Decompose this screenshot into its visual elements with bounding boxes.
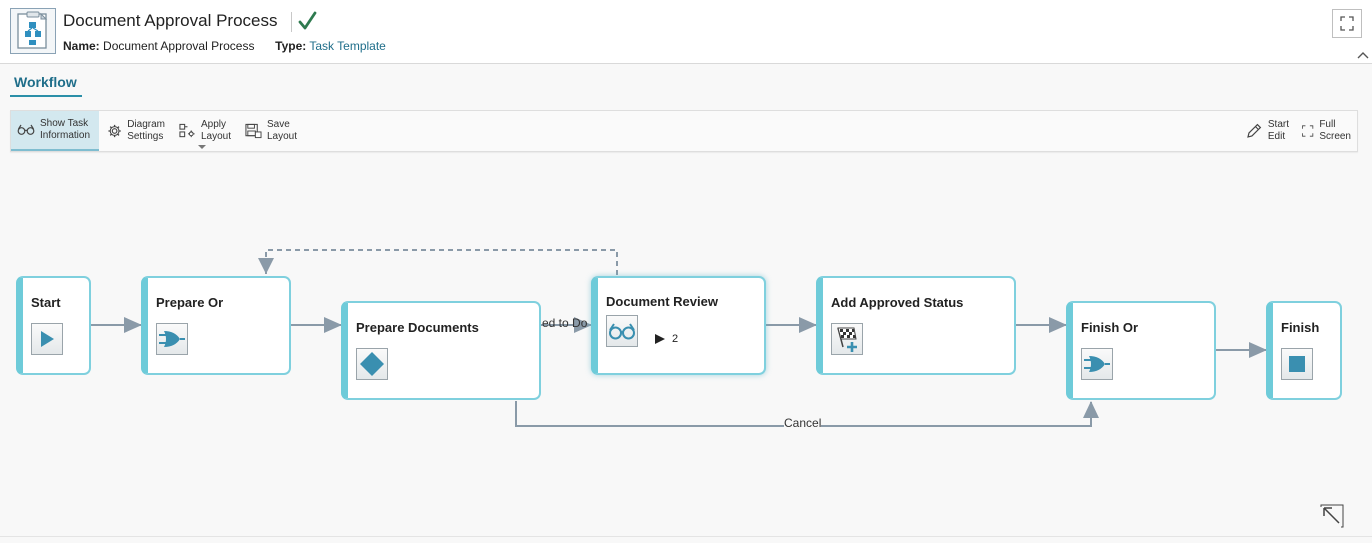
diagram-toolbar: Show Task Information Diagram Settings App…: [10, 110, 1358, 152]
gear-icon: [108, 124, 121, 138]
show-task-information-button[interactable]: Show Task Information: [11, 111, 99, 151]
node-prepare-or[interactable]: Prepare Or: [141, 276, 291, 375]
dropdown-arrow-icon: [198, 145, 206, 149]
review-count-value: 2: [672, 333, 679, 345]
glasses-icon: [606, 315, 638, 347]
node-title: Document Review: [606, 294, 718, 309]
connection-review-return[interactable]: [265, 249, 618, 275]
start-edit-button[interactable]: Start Edit: [1239, 111, 1295, 151]
start-edit-label-1: Start: [1267, 119, 1289, 130]
pencil-icon: [1247, 123, 1262, 138]
show-task-label-2: Information: [40, 130, 91, 141]
connection-partial-label: ed to Do: [542, 316, 588, 330]
review-count: 2: [654, 333, 678, 345]
diagram-settings-label-1: Diagram: [127, 119, 165, 130]
node-title: Add Approved Status: [831, 295, 964, 310]
chevron-up-icon[interactable]: [1356, 47, 1370, 65]
type-value[interactable]: Task Template: [309, 39, 385, 53]
name-value: Document Approval Process: [103, 39, 255, 53]
node-title: Prepare Or: [156, 295, 224, 310]
or-gate-icon: [1081, 348, 1113, 380]
diagram-settings-button[interactable]: Diagram Settings: [101, 111, 171, 151]
cancel-connection-label: Cancel: [784, 416, 822, 430]
full-screen-label-1: Full: [1319, 119, 1336, 130]
page-title: Document Approval Process: [63, 11, 278, 30]
full-screen-label-2: Screen: [1319, 131, 1351, 142]
node-title: Finish Or: [1081, 320, 1139, 335]
canvas-bottom-border: [0, 536, 1372, 537]
play-icon: [31, 323, 63, 355]
apply-layout-label-1: Apply: [200, 119, 226, 130]
apply-layout-label-2: Layout: [200, 131, 231, 142]
diagram-settings-label-2: Settings: [127, 131, 164, 142]
workflow-canvas[interactable]: Cancel ed to Do Start Prepare Or Prepare…: [0, 153, 1372, 536]
node-finish-or[interactable]: Finish Or: [1066, 301, 1216, 400]
save-layout-label-1: Save: [266, 119, 290, 130]
header: Document Approval Process Name: Document…: [0, 0, 1372, 64]
node-start[interactable]: Start: [16, 276, 91, 375]
title-divider: [291, 12, 292, 32]
show-task-label-1: Show Task: [40, 118, 89, 129]
node-add-approved-status[interactable]: Add Approved Status: [816, 276, 1016, 375]
node-finish[interactable]: Finish: [1266, 301, 1342, 400]
play-small-icon: [655, 334, 665, 344]
glasses-icon: [17, 124, 35, 135]
apply-layout-icon: [179, 123, 195, 138]
apply-layout-button[interactable]: Apply Layout: [173, 111, 237, 151]
save-layout-label-2: Layout: [266, 131, 297, 142]
tab-active-indicator: [10, 95, 82, 97]
node-title: Prepare Documents: [356, 320, 479, 335]
checkmark-icon[interactable]: [298, 10, 318, 37]
name-label: Name:: [63, 39, 100, 53]
type-label: Type:: [275, 39, 307, 53]
save-layout-button[interactable]: Save Layout: [239, 111, 303, 151]
full-screen-button[interactable]: Full Screen: [1295, 111, 1357, 151]
start-edit-label-2: Edit: [1267, 131, 1286, 142]
document-template-icon: [10, 8, 56, 54]
expand-button[interactable]: [1332, 9, 1362, 38]
node-prepare-documents[interactable]: Prepare Documents: [341, 301, 541, 400]
stop-icon: [1281, 348, 1313, 380]
full-screen-icon: [1302, 125, 1314, 137]
checkered-flag-icon: [831, 323, 863, 355]
expand-icon: [1340, 16, 1354, 31]
tab-workflow[interactable]: Workflow: [14, 74, 77, 95]
node-title: Start: [31, 295, 61, 310]
save-layout-icon: [245, 123, 262, 139]
or-gate-icon: [156, 323, 188, 355]
header-meta: Name: Document Approval Process Type: Ta…: [63, 39, 386, 53]
node-title: Finish: [1281, 320, 1320, 335]
fit-to-view-icon[interactable]: [1319, 503, 1345, 534]
diamond-icon: [356, 348, 388, 380]
node-document-review[interactable]: Document Review 2: [591, 276, 766, 375]
